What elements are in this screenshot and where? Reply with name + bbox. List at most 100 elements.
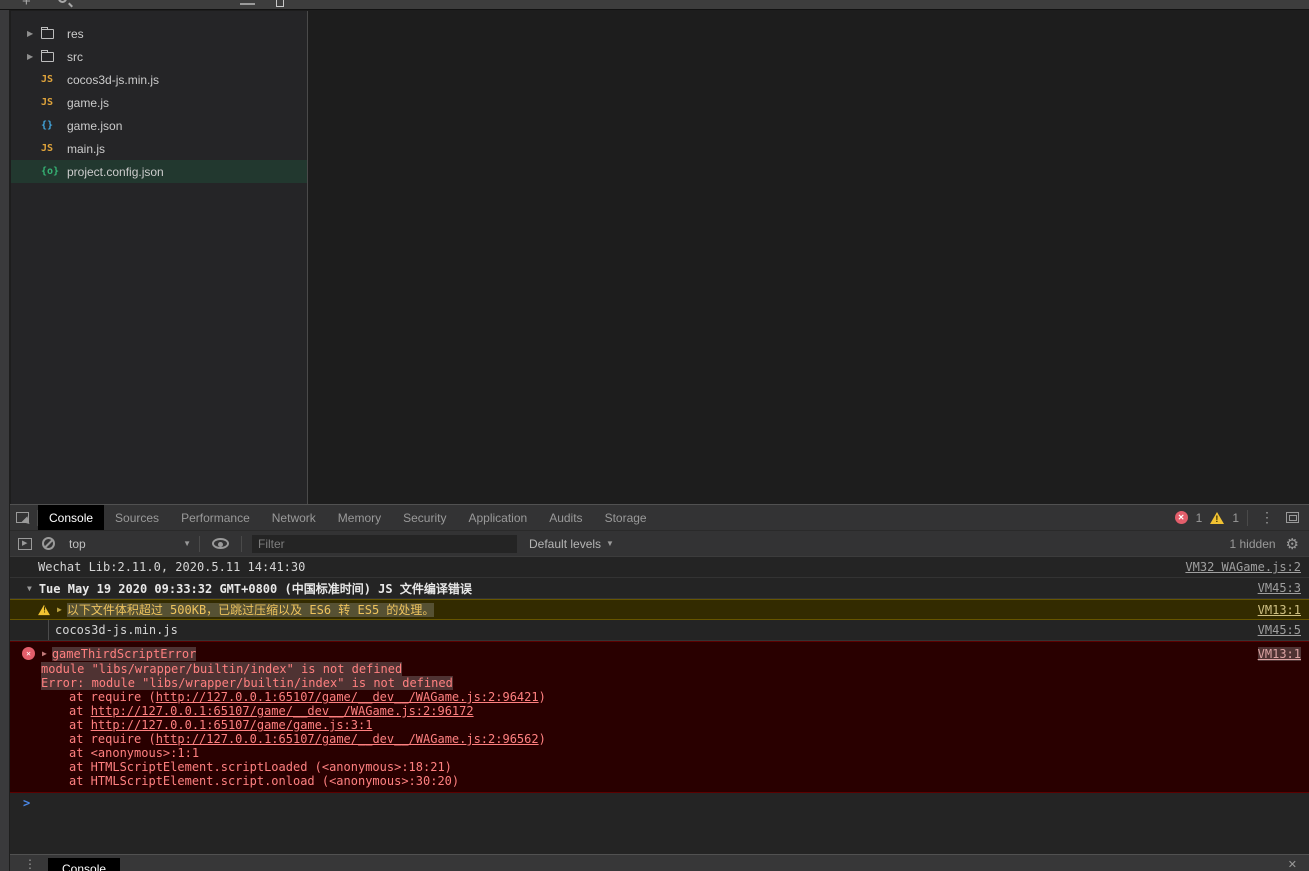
tab-console[interactable]: Console (38, 505, 105, 530)
stack-link[interactable]: http://127.0.0.1:65107/game/__dev__/WAGa… (156, 732, 539, 746)
tree-item-game-js[interactable]: JS game.js (11, 91, 307, 114)
js-file-icon: JS (41, 97, 54, 108)
drawer-bar: ⋮ Console ✕ (10, 854, 1309, 871)
search-icon[interactable] (58, 0, 67, 3)
console-sidebar-toggle-icon[interactable] (18, 537, 32, 550)
tab-network[interactable]: Network (261, 505, 327, 530)
tree-item-project-config[interactable]: {o} project.config.json (11, 160, 307, 183)
chevron-right-icon[interactable]: ▶ (27, 52, 37, 61)
stack-frame: at <anonymous>:1:1 (69, 746, 200, 760)
context-label: top (69, 536, 86, 551)
tree-item-cocos3d-js[interactable]: JS cocos3d-js.min.js (11, 68, 307, 91)
log-levels-select[interactable]: Default levels ▼ (529, 537, 614, 551)
more-options-icon[interactable]: ⋮ (1256, 509, 1278, 526)
stack-frame: at require (http://127.0.0.1:65107/game/… (69, 690, 546, 704)
chevron-right-icon[interactable]: ▶ (57, 605, 62, 614)
tree-item-label: src (67, 49, 83, 64)
drawer-close-icon[interactable]: ✕ (1288, 858, 1297, 871)
tree-item-label: game.js (67, 95, 110, 110)
separator (1247, 509, 1248, 526)
console-message: Wechat Lib:2.11.0, 2020.5.11 14:41:30 VM… (10, 557, 1309, 578)
error-icon (22, 647, 35, 660)
window-toolbar: + (0, 0, 1309, 10)
console-prompt[interactable]: > (10, 793, 1309, 813)
tree-item-res[interactable]: ▶ res (11, 22, 307, 45)
settings-gear-icon[interactable]: ⚙ (1286, 535, 1299, 553)
tree-item-label: project.config.json (67, 164, 164, 179)
stack-frame: at http://127.0.0.1:65107/game/__dev__/W… (69, 704, 474, 718)
tab-performance[interactable]: Performance (170, 505, 261, 530)
json-file-icon: {} (41, 120, 54, 131)
separator (241, 535, 242, 552)
restore-window-icon[interactable] (276, 0, 284, 7)
stack-frame: at http://127.0.0.1:65107/game/game.js:3… (69, 718, 373, 732)
stack-link[interactable]: http://127.0.0.1:65107/game/game.js:3:1 (91, 718, 373, 732)
stack-frame: at HTMLScriptElement.script.onload (<ano… (69, 774, 460, 788)
window-left-edge (0, 0, 10, 871)
source-link[interactable]: VM45:3 (1258, 581, 1301, 595)
folder-icon (41, 26, 54, 39)
tab-sources[interactable]: Sources (104, 505, 170, 530)
tab-storage[interactable]: Storage (594, 505, 658, 530)
tree-item-label: res (67, 26, 84, 41)
js-file-icon: JS (41, 143, 54, 154)
warning-count-icon[interactable] (1210, 511, 1225, 524)
message-text: cocos3d-js.min.js (55, 623, 178, 637)
console-error-message: ▶ gameThirdScriptError VM13:1 module "li… (10, 641, 1309, 793)
warning-count: 1 (1232, 510, 1239, 525)
dock-side-icon[interactable] (1286, 512, 1299, 523)
drawer-tab-console[interactable]: Console (48, 858, 121, 871)
js-file-icon: JS (41, 74, 54, 85)
tree-item-label: game.json (67, 118, 123, 133)
filter-input[interactable] (252, 534, 517, 553)
error-text: Error: module "libs/wrapper/builtin/inde… (41, 676, 453, 690)
chevron-down-icon: ▼ (183, 539, 191, 548)
console-warning-message: ▶ 以下文件体积超过 500KB，已跳过压缩以及 ES6 转 ES5 的处理。 … (10, 599, 1309, 620)
message-text: 以下文件体积超过 500KB，已跳过压缩以及 ES6 转 ES5 的处理。 (66, 603, 435, 617)
execution-context-select[interactable]: top ▼ (69, 537, 199, 551)
source-link[interactable]: VM13:1 (1258, 603, 1301, 617)
config-file-icon: {o} (41, 166, 60, 177)
prompt-chevron-icon: > (23, 796, 31, 810)
warning-icon (38, 604, 50, 615)
tree-item-label: cocos3d-js.min.js (67, 72, 160, 87)
message-text: Tue May 19 2020 09:33:32 GMT+0800 (中国标准时… (38, 581, 472, 596)
error-text: module "libs/wrapper/builtin/index" is n… (41, 662, 403, 676)
tree-item-game-json[interactable]: {} game.json (11, 114, 307, 137)
stack-link[interactable]: http://127.0.0.1:65107/game/__dev__/WAGa… (91, 704, 474, 718)
source-link[interactable]: VM45:5 (1258, 623, 1301, 637)
devtools-tab-bar: Console Sources Performance Network Memo… (10, 505, 1309, 531)
stack-frame: at HTMLScriptElement.scriptLoaded (<anon… (69, 760, 452, 774)
file-tree-panel: ▶ res ▶ src JS cocos3d-js.min.js JS game… (11, 11, 307, 505)
chevron-right-icon[interactable]: ▶ (27, 29, 37, 38)
console-log-area: Wechat Lib:2.11.0, 2020.5.11 14:41:30 VM… (10, 557, 1309, 853)
inspect-element-icon[interactable] (16, 512, 29, 523)
chevron-right-icon[interactable]: ▶ (42, 649, 47, 658)
minimize-icon[interactable] (240, 3, 255, 5)
source-link[interactable]: VM32 WAGame.js:2 (1185, 560, 1301, 574)
tree-item-label: main.js (67, 141, 106, 156)
source-link[interactable]: VM13:1 (1257, 646, 1301, 661)
error-count-icon[interactable] (1174, 511, 1188, 524)
live-expression-eye-icon[interactable] (212, 538, 229, 549)
console-toolbar: top ▼ Default levels ▼ 1 hidden ⚙ (10, 531, 1309, 557)
console-message: cocos3d-js.min.js VM45:5 (10, 620, 1309, 641)
clear-console-icon[interactable] (42, 537, 55, 550)
add-icon[interactable]: + (22, 0, 31, 9)
tab-memory[interactable]: Memory (327, 505, 392, 530)
message-text: Wechat Lib:2.11.0, 2020.5.11 14:41:30 (38, 560, 306, 574)
tree-item-main-js[interactable]: JS main.js (11, 137, 307, 160)
tab-audits[interactable]: Audits (538, 505, 593, 530)
tab-security[interactable]: Security (392, 505, 457, 530)
editor-empty-area (307, 11, 1309, 505)
console-group-message: ▼ Tue May 19 2020 09:33:32 GMT+0800 (中国标… (10, 578, 1309, 599)
stack-link[interactable]: http://127.0.0.1:65107/game/__dev__/WAGa… (156, 690, 539, 704)
chevron-down-icon[interactable]: ▼ (27, 584, 32, 593)
drawer-more-options-icon[interactable]: ⋮ (20, 857, 40, 871)
tree-item-src[interactable]: ▶ src (11, 45, 307, 68)
error-count: 1 (1195, 510, 1203, 525)
tab-application[interactable]: Application (457, 505, 538, 530)
levels-label: Default levels (529, 536, 602, 551)
separator (199, 535, 200, 552)
devtools-panel: Console Sources Performance Network Memo… (10, 504, 1309, 871)
